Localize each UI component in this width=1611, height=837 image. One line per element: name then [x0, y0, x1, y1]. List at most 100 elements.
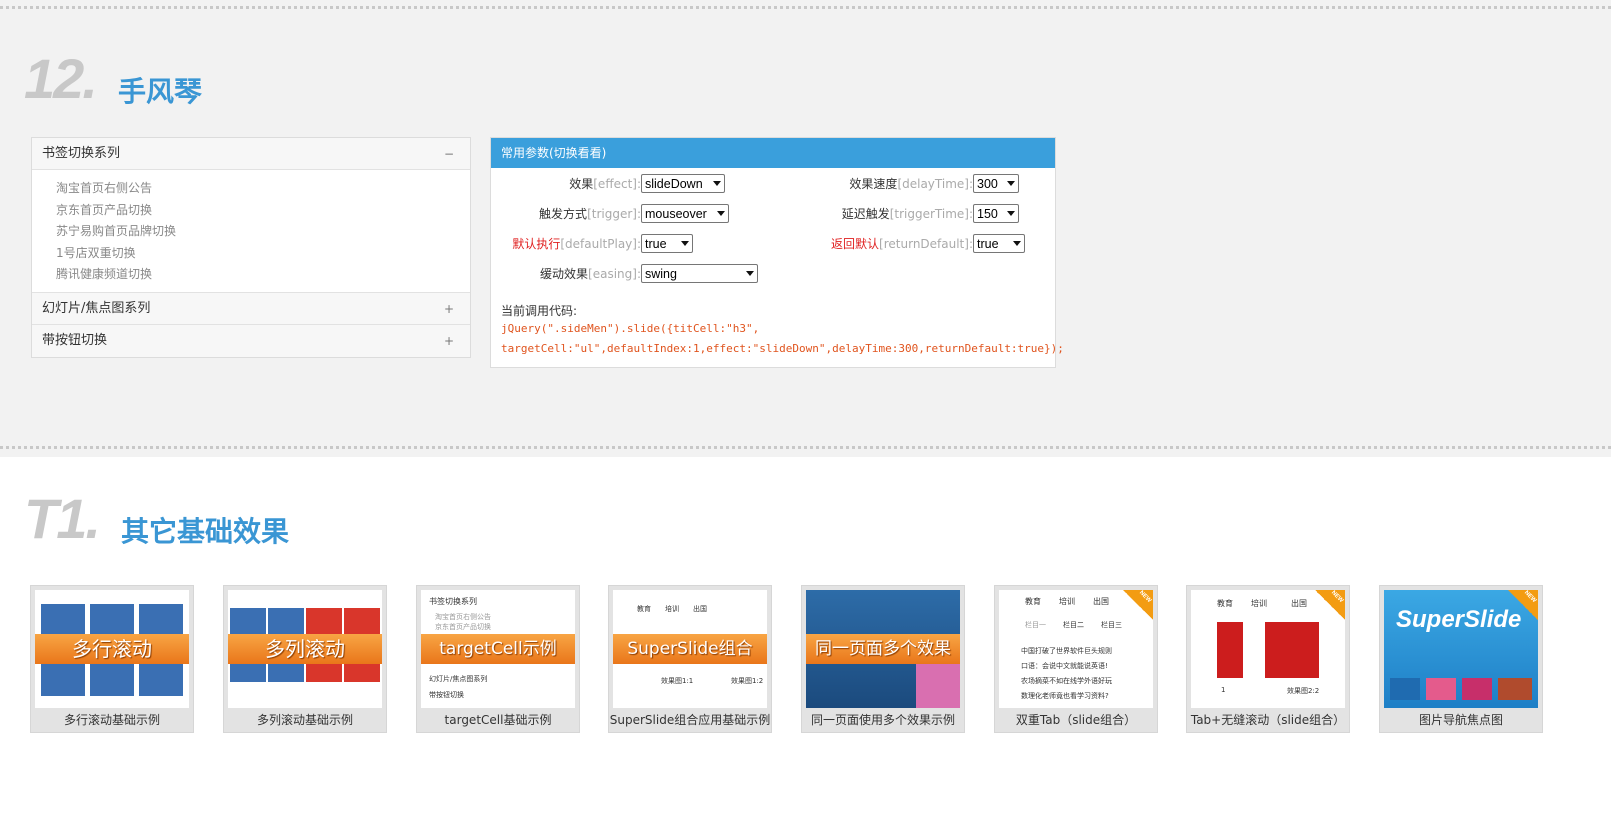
thumb-image: 多行滚动: [35, 590, 189, 708]
thumb-multiple-effects[interactable]: 同一页面多个效果 同一页面使用多个效果示例: [801, 585, 965, 733]
list-item[interactable]: 京东首页产品切换: [56, 200, 470, 222]
thumb-tab: 教育: [1217, 599, 1233, 608]
thumb-caption[interactable]: targetCell基础示例: [417, 711, 579, 728]
thumb-banner: targetCell示例: [421, 634, 575, 664]
chevron-down-icon: [713, 181, 721, 186]
chevron-down-icon: [746, 271, 754, 276]
accordion-header-buttons[interactable]: 带按钮切换 +: [32, 324, 470, 357]
param-triggertime: 延迟触发[triggerTime]: 150: [821, 204, 1019, 223]
thumb-text: 京东首页产品切换: [435, 623, 491, 631]
thumb-text: 淘宝首页右侧公告: [435, 613, 491, 621]
thumb-banner: 多列滚动: [228, 634, 382, 664]
thumb-caption[interactable]: 同一页面使用多个效果示例: [802, 711, 964, 728]
param-label: 返回默认: [831, 237, 880, 251]
thumb-banner: 多行滚动: [35, 634, 189, 664]
delaytime-select[interactable]: 300: [973, 174, 1019, 193]
nav-thumb: [1426, 678, 1456, 700]
select-value: swing: [645, 266, 677, 281]
expand-icon[interactable]: +: [444, 325, 454, 357]
code-line: targetCell:"ul",defaultIndex:1,effect:"s…: [501, 342, 1064, 355]
easing-select[interactable]: swing: [641, 264, 758, 283]
thumb-multirow-scroll[interactable]: 多行滚动 多行滚动基础示例: [30, 585, 194, 733]
triggertime-select[interactable]: 150: [973, 204, 1019, 223]
params-panel: 常用参数(切换看看) 效果[effect]: slideDown 触发方式[tr…: [490, 137, 1064, 368]
param-effect: 效果[effect]: slideDown: [491, 174, 725, 193]
section-title: 其它基础效果: [121, 515, 290, 548]
thumb-caption[interactable]: 多行滚动基础示例: [31, 711, 193, 728]
select-value: true: [645, 236, 667, 251]
select-value: 300: [977, 176, 998, 191]
chevron-down-icon: [1007, 181, 1015, 186]
thumb-multicol-scroll[interactable]: 多列滚动 多列滚动基础示例: [223, 585, 387, 733]
photo: [916, 662, 960, 708]
param-label: 效果速度: [849, 177, 898, 191]
thumb-caption[interactable]: 双重Tab（slide组合）: [995, 711, 1157, 728]
code-label: 当前调用代码:: [501, 304, 578, 318]
param-key: [effect]:: [593, 177, 641, 191]
thumb-banner: 同一页面多个效果: [806, 634, 960, 664]
thumb-tab: 出国: [693, 605, 707, 613]
badge-text: NEW: [1522, 590, 1538, 605]
code-line: jQuery(".sideMen").slide({titCell:"h3",: [501, 322, 760, 335]
photo: [1217, 622, 1243, 678]
list-item[interactable]: 腾讯健康频道切换: [56, 264, 470, 286]
param-defaultplay: 默认执行[defaultPlay]: true: [491, 234, 693, 253]
select-value: 150: [977, 206, 998, 221]
chevron-down-icon: [681, 241, 689, 246]
accordion-header-slideshow[interactable]: 幻灯片/焦点图系列 +: [32, 292, 470, 325]
thumb-text: 农场摘菜不如在线学外语好玩: [1021, 677, 1112, 685]
list-item[interactable]: 1号店双重切换: [56, 243, 470, 265]
dotted-divider: [0, 6, 1611, 9]
thumb-image: 教育 培训 出国 1 效果图2:2 NEW: [1191, 590, 1345, 708]
thumb-caption[interactable]: Tab+无缝滚动（slide组合）: [1187, 711, 1349, 728]
select-value: slideDown: [645, 176, 703, 191]
param-key: [defaultPlay]:: [560, 237, 641, 251]
accordion-menu: 书签切换系列 − 淘宝首页右侧公告 京东首页产品切换 苏宁易购首页品牌切换 1号…: [31, 137, 471, 358]
param-key: [trigger]:: [587, 207, 641, 221]
params-panel-title: 常用参数(切换看看): [491, 138, 1055, 168]
collapse-icon[interactable]: −: [444, 138, 454, 170]
photo: [1265, 622, 1319, 678]
thumb-caption[interactable]: SuperSlide组合应用基础示例: [609, 711, 771, 728]
select-value: mouseover: [645, 206, 707, 221]
thumb-image-nav-focus[interactable]: SuperSlide NEW 图片导航焦点图: [1379, 585, 1543, 733]
thumb-targetcell[interactable]: 书签切换系列 淘宝首页右侧公告 京东首页产品切换 幻灯片/焦点图系列 带按钮切换…: [416, 585, 580, 733]
thumb-tab-marquee[interactable]: 教育 培训 出国 1 效果图2:2 NEW Tab+无缝滚动（slide组合）: [1186, 585, 1350, 733]
accordion-header-label: 带按钮切换: [42, 332, 108, 348]
accordion-header-label: 书签切换系列: [42, 146, 121, 161]
thumb-image: 教育 培训 出国 效果图1:1 效果图1:2 SuperSlide组合: [613, 590, 767, 708]
superslide-logo: SuperSlide: [1396, 606, 1522, 633]
section-title: 手风琴: [118, 75, 203, 108]
accordion-header-tabs[interactable]: 书签切换系列 −: [32, 138, 470, 170]
thumb-double-tab[interactable]: 教育 培训 出国 栏目一 栏目二 栏目三 中国打破了世界软件巨头规则 口语：会说…: [994, 585, 1158, 733]
chevron-down-icon: [1013, 241, 1021, 246]
thumb-image: 同一页面多个效果: [806, 590, 960, 708]
thumb-subtab: 栏目一: [1025, 621, 1046, 629]
new-badge: NEW: [1123, 590, 1153, 620]
thumb-text: 效果图1:2: [731, 677, 764, 685]
thumb-caption[interactable]: 多列滚动基础示例: [224, 711, 386, 728]
chevron-down-icon: [717, 211, 725, 216]
new-badge: NEW: [1508, 590, 1538, 620]
dotted-divider: [0, 446, 1611, 449]
nav-thumb: [1462, 678, 1492, 700]
thumb-subtab: 栏目三: [1101, 621, 1122, 629]
thumb-text: 幻灯片/焦点图系列: [429, 675, 488, 683]
thumb-tab: 培训: [1059, 597, 1075, 606]
list-item[interactable]: 苏宁易购首页品牌切换: [56, 221, 470, 243]
thumb-superslide-combo[interactable]: 教育 培训 出国 效果图1:1 效果图1:2 SuperSlide组合 Supe…: [608, 585, 772, 733]
section-number: T1.: [24, 487, 101, 550]
list-item[interactable]: 淘宝首页右侧公告: [56, 178, 470, 200]
param-returndefault: 返回默认[returnDefault]: true: [821, 234, 1025, 253]
returndefault-select[interactable]: true: [973, 234, 1025, 253]
defaultplay-select[interactable]: true: [641, 234, 693, 253]
thumb-tab: 教育: [637, 605, 651, 613]
thumb-image: SuperSlide NEW: [1384, 590, 1538, 708]
trigger-select[interactable]: mouseover: [641, 204, 729, 223]
expand-icon[interactable]: +: [444, 293, 454, 325]
param-key: [triggerTime]:: [889, 207, 973, 221]
thumb-caption[interactable]: 图片导航焦点图: [1380, 711, 1542, 728]
effect-select[interactable]: slideDown: [641, 174, 725, 193]
nav-thumb: [1390, 678, 1420, 700]
thumb-subtab: 栏目二: [1063, 621, 1084, 629]
